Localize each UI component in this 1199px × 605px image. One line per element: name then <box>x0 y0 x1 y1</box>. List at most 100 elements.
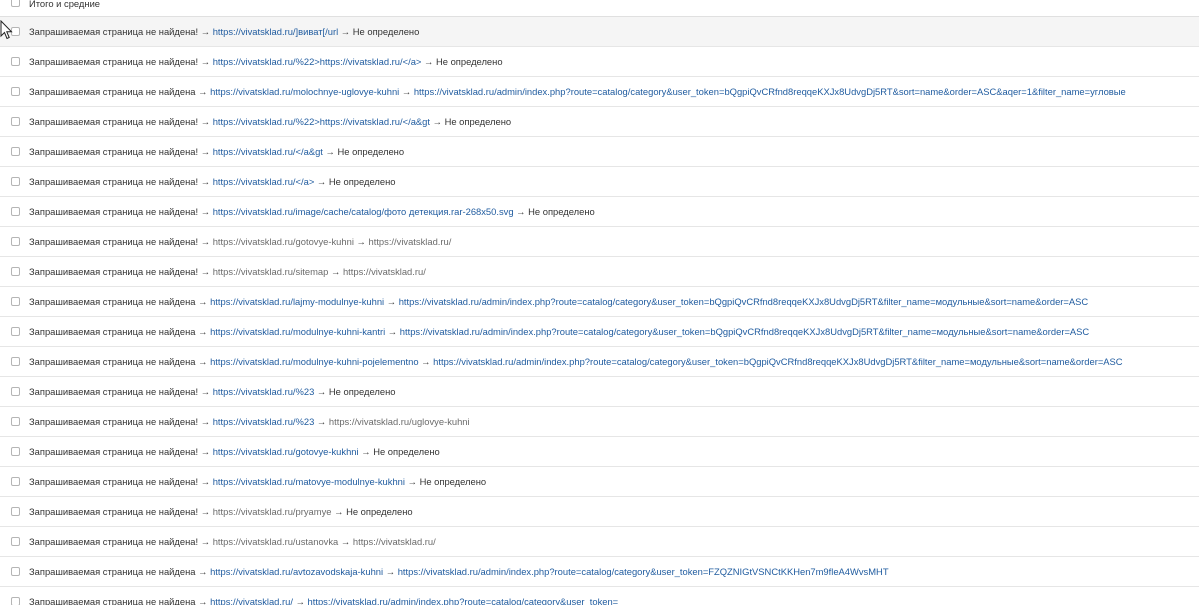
row-arrow: → <box>316 386 327 397</box>
row-checkbox[interactable] <box>11 567 20 576</box>
row-checkbox[interactable] <box>11 117 20 126</box>
row-checkbox[interactable] <box>11 87 20 96</box>
row-arrow: → <box>401 86 412 97</box>
row-source-url[interactable]: https://vivatsklad.ru/ <box>210 596 293 605</box>
row-arrow: → <box>316 416 327 427</box>
row-checkbox[interactable] <box>11 387 20 396</box>
row-target: Не определено <box>444 116 512 127</box>
table-row[interactable]: Запрашиваемая страница не найдена! → htt… <box>0 407 1199 437</box>
row-prefix: Запрашиваемая страница не найдена! → <box>29 446 211 457</box>
row-checkbox[interactable] <box>11 507 20 516</box>
row-arrow: → <box>424 56 434 67</box>
row-source-url[interactable]: https://vivatsklad.ru/modulnye-kuhni-kan… <box>210 326 385 337</box>
row-source-url[interactable]: https://vivatsklad.ru/%23 <box>213 416 315 427</box>
row-checkbox[interactable] <box>11 297 20 306</box>
row-source-url[interactable]: https://vivatsklad.ru/avtozavodskaja-kuh… <box>210 566 383 577</box>
table-row[interactable]: Запрашиваемая страница не найдена → http… <box>0 317 1199 347</box>
row-source-url[interactable]: https://vivatsklad.ru/]виват[/url <box>213 26 338 37</box>
table-row[interactable]: Запрашиваемая страница не найдена! → htt… <box>0 167 1199 197</box>
row-checkbox[interactable] <box>11 267 20 276</box>
table-row[interactable]: Запрашиваемая страница не найдена → http… <box>0 77 1199 107</box>
rows-container: Запрашиваемая страница не найдена! → htt… <box>0 17 1199 605</box>
table-row[interactable]: Запрашиваемая страница не найдена! → htt… <box>0 497 1199 527</box>
row-target[interactable]: https://vivatsklad.ru/admin/index.php?ro… <box>398 566 889 577</box>
row-target: Не определено <box>373 446 440 457</box>
row-target: Не определено <box>328 176 396 187</box>
report-table: Итого и средние Запрашиваемая страница н… <box>0 0 1199 605</box>
row-target[interactable]: https://vivatsklad.ru/admin/index.php?ro… <box>308 596 619 605</box>
row-source-url[interactable]: https://vivatsklad.ru/</a&gt <box>213 146 323 157</box>
table-row[interactable]: Запрашиваемая страница не найдена → http… <box>0 587 1199 605</box>
row-checkbox[interactable] <box>11 327 20 336</box>
table-row[interactable]: Запрашиваемая страница не найдена! → htt… <box>0 197 1199 227</box>
row-target[interactable]: https://vivatsklad.ru/admin/index.php?ro… <box>399 296 1088 307</box>
row-arrow: → <box>340 536 351 547</box>
row-source-url[interactable]: https://vivatsklad.ru/modulnye-kuhni-poj… <box>210 356 418 367</box>
table-row[interactable]: Запрашиваемая страница не найдена! → htt… <box>0 437 1199 467</box>
row-text: Запрашиваемая страница не найдена! → htt… <box>29 467 486 497</box>
row-source-url[interactable]: https://vivatsklad.ru/gotovye-kuhni <box>213 236 354 247</box>
row-arrow: → <box>330 266 341 277</box>
row-text: Запрашиваемая страница не найдена! → htt… <box>29 257 426 287</box>
row-arrow: → <box>340 26 351 37</box>
row-checkbox[interactable] <box>11 477 20 486</box>
table-row[interactable]: Запрашиваемая страница не найдена → http… <box>0 557 1199 587</box>
row-checkbox[interactable] <box>11 57 20 66</box>
row-checkbox[interactable] <box>11 207 20 216</box>
row-target[interactable]: https://vivatsklad.ru/uglovye-kuhni <box>329 416 470 427</box>
row-source-url[interactable]: https://vivatsklad.ru/lajmy-modulnye-kuh… <box>210 296 384 307</box>
table-row[interactable]: Запрашиваемая страница не найдена! → htt… <box>0 17 1199 47</box>
row-checkbox[interactable] <box>11 447 20 456</box>
row-text: Запрашиваемая страница не найдена! → htt… <box>29 497 413 527</box>
row-source-url[interactable]: https://vivatsklad.ru/%23 <box>213 386 315 397</box>
row-target: Не определено <box>435 56 503 67</box>
row-target: Не определено <box>337 146 405 157</box>
table-row[interactable]: Запрашиваемая страница не найдена! → htt… <box>0 137 1199 167</box>
row-checkbox[interactable] <box>11 537 20 546</box>
row-source-url[interactable]: https://vivatsklad.ru/pryamye <box>213 506 332 517</box>
row-text: Запрашиваемая страница не найдена! → htt… <box>29 407 470 437</box>
table-row[interactable]: Запрашиваемая страница не найдена → http… <box>0 347 1199 377</box>
row-text: Запрашиваемая страница не найдена! → htt… <box>29 137 404 167</box>
row-source-url[interactable]: https://vivatsklad.ru/%22>https://vivats… <box>213 116 430 127</box>
row-arrow: → <box>407 476 417 487</box>
totals-row-checkbox[interactable] <box>11 0 20 7</box>
row-target[interactable]: https://vivatsklad.ru/ <box>369 236 452 247</box>
row-source-url[interactable]: https://vivatsklad.ru/image/cache/catalo… <box>213 206 514 217</box>
row-target[interactable]: https://vivatsklad.ru/ <box>353 536 436 547</box>
row-source-url[interactable]: https://vivatsklad.ru/matovye-modulnye-k… <box>213 476 405 487</box>
row-text: Запрашиваемая страница не найдена → http… <box>29 557 889 587</box>
row-checkbox[interactable] <box>11 597 20 605</box>
row-source-url[interactable]: https://vivatsklad.ru/</a> <box>213 176 315 187</box>
row-source-url[interactable]: https://vivatsklad.ru/gotovye-kukhni <box>213 446 359 457</box>
row-target[interactable]: https://vivatsklad.ru/ <box>343 266 426 277</box>
row-checkbox[interactable] <box>11 357 20 366</box>
row-target[interactable]: https://vivatsklad.ru/admin/index.php?ro… <box>400 326 1089 337</box>
table-row[interactable]: Запрашиваемая страница не найдена! → htt… <box>0 257 1199 287</box>
row-source-url[interactable]: https://vivatsklad.ru/molochnye-uglovye-… <box>210 86 399 97</box>
row-source-url[interactable]: https://vivatsklad.ru/sitemap <box>213 266 329 277</box>
table-row[interactable]: Запрашиваемая страница не найдена! → htt… <box>0 467 1199 497</box>
table-row[interactable]: Запрашиваемая страница не найдена → http… <box>0 287 1199 317</box>
table-row[interactable]: Запрашиваемая страница не найдена! → htt… <box>0 377 1199 407</box>
row-arrow: → <box>387 326 398 337</box>
row-target[interactable]: https://vivatsklad.ru/admin/index.php?ro… <box>433 356 1122 367</box>
row-prefix: Запрашиваемая страница не найдена! → <box>29 266 211 277</box>
table-row[interactable]: Запрашиваемая страница не найдена! → htt… <box>0 47 1199 77</box>
table-row[interactable]: Запрашиваемая страница не найдена! → htt… <box>0 527 1199 557</box>
row-text: Запрашиваемая страница не найдена! → htt… <box>29 527 436 557</box>
row-text: Запрашиваемая страница не найдена → http… <box>29 587 618 605</box>
table-row[interactable]: Запрашиваемая страница не найдена! → htt… <box>0 107 1199 137</box>
row-checkbox[interactable] <box>11 417 20 426</box>
row-target[interactable]: https://vivatsklad.ru/admin/index.php?ro… <box>414 86 1126 97</box>
row-source-url[interactable]: https://vivatsklad.ru/%22>https://vivats… <box>213 56 422 67</box>
row-checkbox[interactable] <box>11 237 20 246</box>
table-row[interactable]: Запрашиваемая страница не найдена! → htt… <box>0 227 1199 257</box>
row-checkbox[interactable] <box>11 147 20 156</box>
row-text: Запрашиваемая страница не найдена → http… <box>29 347 1123 377</box>
row-text: Запрашиваемая страница не найдена → http… <box>29 77 1126 107</box>
row-arrow: → <box>356 236 366 247</box>
row-target: Не определено <box>328 386 396 397</box>
row-source-url[interactable]: https://vivatsklad.ru/ustanovka <box>213 536 339 547</box>
row-checkbox[interactable] <box>11 177 20 186</box>
